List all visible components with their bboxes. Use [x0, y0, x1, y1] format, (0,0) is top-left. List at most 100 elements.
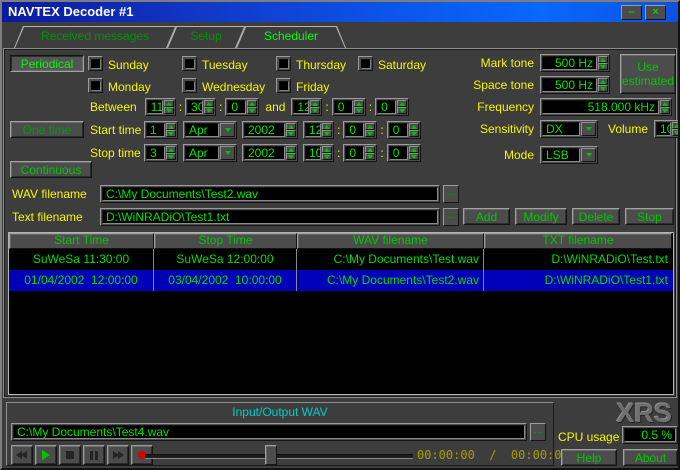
checkbox-thursday[interactable]: [276, 56, 291, 71]
stop-minute-field[interactable]: 0: [343, 144, 378, 162]
spinner-down-button[interactable]: [672, 129, 678, 136]
spinner-up-button[interactable]: [598, 78, 608, 85]
between-start-second-value[interactable]: 0: [227, 100, 247, 114]
between-end-hour-field[interactable]: 12: [291, 98, 323, 116]
mark-tone-value[interactable]: 500 Hz: [542, 56, 597, 70]
volume-field[interactable]: 10: [654, 120, 678, 138]
column-header-txt-filename[interactable]: TXT filename: [484, 233, 672, 249]
text-filename-value[interactable]: D:\WiNRADiO\Test1.txt: [102, 210, 438, 224]
tab-scheduler[interactable]: Scheduler: [236, 26, 346, 48]
stop-year-value[interactable]: 2002: [244, 146, 285, 160]
add-button[interactable]: Add: [463, 208, 510, 225]
stop-minute-value[interactable]: 0: [345, 146, 365, 160]
spinner-down-button[interactable]: [408, 130, 419, 137]
mark-tone-field[interactable]: 500 Hz: [540, 54, 610, 72]
io-file-value[interactable]: C:\My Documents\Test4.wav: [13, 425, 525, 439]
stop-month-value[interactable]: Apr: [185, 146, 219, 160]
spinner-up-button[interactable]: [660, 100, 670, 107]
spinner-down-button[interactable]: [598, 85, 608, 92]
stop-month-dropdown[interactable]: Apr: [183, 144, 237, 162]
stop-year-field[interactable]: 2002: [242, 144, 298, 162]
start-year-field[interactable]: 2002: [242, 121, 298, 139]
io-file-field[interactable]: C:\My Documents\Test4.wav: [11, 423, 527, 441]
spinner-down-button[interactable]: [660, 107, 670, 114]
spinner-down-button[interactable]: [310, 107, 321, 114]
table-row[interactable]: SuWeSa 11:30:00 SuWeSa 12:00:00 C:\My Do…: [9, 249, 673, 270]
column-header-stop-time[interactable]: Stop Time: [154, 233, 297, 249]
stop-hour-value[interactable]: 10: [305, 146, 321, 160]
spinner-up-button[interactable]: [322, 123, 332, 130]
modify-button[interactable]: Modify: [515, 208, 567, 225]
text-browse-button[interactable]: ...: [443, 208, 459, 226]
periodical-button[interactable]: Periodical: [10, 55, 84, 72]
wav-filename-value[interactable]: C:\My Documents\Test2.wav: [102, 187, 438, 201]
fast-forward-button[interactable]: [107, 445, 129, 465]
start-second-value[interactable]: 0: [388, 123, 408, 137]
spinner-up-button[interactable]: [397, 100, 408, 107]
spinner-up-button[interactable]: [166, 146, 176, 153]
spinner-down-button[interactable]: [166, 130, 176, 137]
between-end-second-value[interactable]: 0: [377, 100, 397, 114]
start-hour-field[interactable]: 12: [303, 121, 334, 139]
volume-value[interactable]: 10: [656, 122, 672, 136]
spinner-down-button[interactable]: [286, 130, 296, 137]
spinner-down-button[interactable]: [286, 153, 296, 160]
stop-button[interactable]: Stop: [625, 208, 674, 225]
spinner-down-button[interactable]: [365, 130, 376, 137]
start-month-dropdown[interactable]: Apr: [183, 121, 237, 139]
playback-slider-handle[interactable]: [265, 445, 277, 465]
dropdown-button[interactable]: [581, 122, 596, 136]
column-header-wav-filename[interactable]: WAV filename: [297, 233, 484, 249]
playback-slider-track[interactable]: [145, 454, 413, 459]
between-end-minute-field[interactable]: 0: [331, 98, 366, 116]
between-end-minute-value[interactable]: 0: [333, 100, 353, 114]
spinner-up-button[interactable]: [353, 100, 364, 107]
continuous-button[interactable]: Continuous: [10, 161, 92, 178]
checkbox-saturday[interactable]: [358, 56, 373, 71]
spinner-down-button[interactable]: [598, 63, 608, 70]
spinner-up-button[interactable]: [166, 123, 176, 130]
between-start-second-field[interactable]: 0: [225, 98, 260, 116]
wav-filename-field[interactable]: C:\My Documents\Test2.wav: [100, 185, 440, 203]
spinner-up-button[interactable]: [672, 122, 678, 129]
stop-second-value[interactable]: 0: [388, 146, 408, 160]
between-start-hour-field[interactable]: 11: [144, 98, 176, 116]
spinner-down-button[interactable]: [353, 107, 364, 114]
mode-value[interactable]: LSB: [542, 148, 580, 162]
minimize-button[interactable]: –: [621, 5, 642, 20]
stop-playback-button[interactable]: [59, 445, 81, 465]
about-button[interactable]: About: [623, 449, 678, 466]
stop-day-field[interactable]: 3: [144, 144, 178, 162]
spinner-up-button[interactable]: [310, 100, 321, 107]
space-tone-field[interactable]: 500 Hz: [540, 76, 610, 94]
between-end-second-field[interactable]: 0: [375, 98, 410, 116]
spinner-up-button[interactable]: [204, 100, 215, 107]
close-button[interactable]: ×: [645, 5, 666, 20]
spinner-down-button[interactable]: [365, 153, 376, 160]
checkbox-friday[interactable]: [276, 78, 291, 93]
pause-button[interactable]: [83, 445, 105, 465]
spinner-down-button[interactable]: [322, 153, 332, 160]
spinner-up-button[interactable]: [365, 123, 376, 130]
table-row-selected[interactable]: 01/04/2002 12:00:00 03/04/2002 10:00:00 …: [9, 270, 673, 291]
sensitivity-value[interactable]: DX: [542, 122, 580, 136]
spinner-down-button[interactable]: [322, 130, 332, 137]
wav-browse-button[interactable]: ...: [443, 185, 459, 203]
use-estimated-button[interactable]: Use estimated: [620, 54, 676, 94]
stop-day-value[interactable]: 3: [146, 146, 165, 160]
start-year-value[interactable]: 2002: [244, 123, 285, 137]
spinner-down-button[interactable]: [163, 107, 174, 114]
spinner-down-button[interactable]: [166, 153, 176, 160]
dropdown-button[interactable]: [220, 146, 235, 160]
spinner-up-button[interactable]: [322, 146, 332, 153]
checkbox-wednesday[interactable]: [182, 78, 197, 93]
start-second-field[interactable]: 0: [386, 121, 421, 139]
text-filename-field[interactable]: D:\WiNRADiO\Test1.txt: [100, 208, 440, 226]
spinner-down-button[interactable]: [247, 107, 258, 114]
delete-button[interactable]: Delete: [572, 208, 620, 225]
spinner-up-button[interactable]: [408, 146, 419, 153]
sensitivity-dropdown[interactable]: DX: [540, 120, 598, 138]
space-tone-value[interactable]: 500 Hz: [542, 78, 597, 92]
help-button[interactable]: Help: [561, 449, 617, 466]
spinner-down-button[interactable]: [408, 153, 419, 160]
